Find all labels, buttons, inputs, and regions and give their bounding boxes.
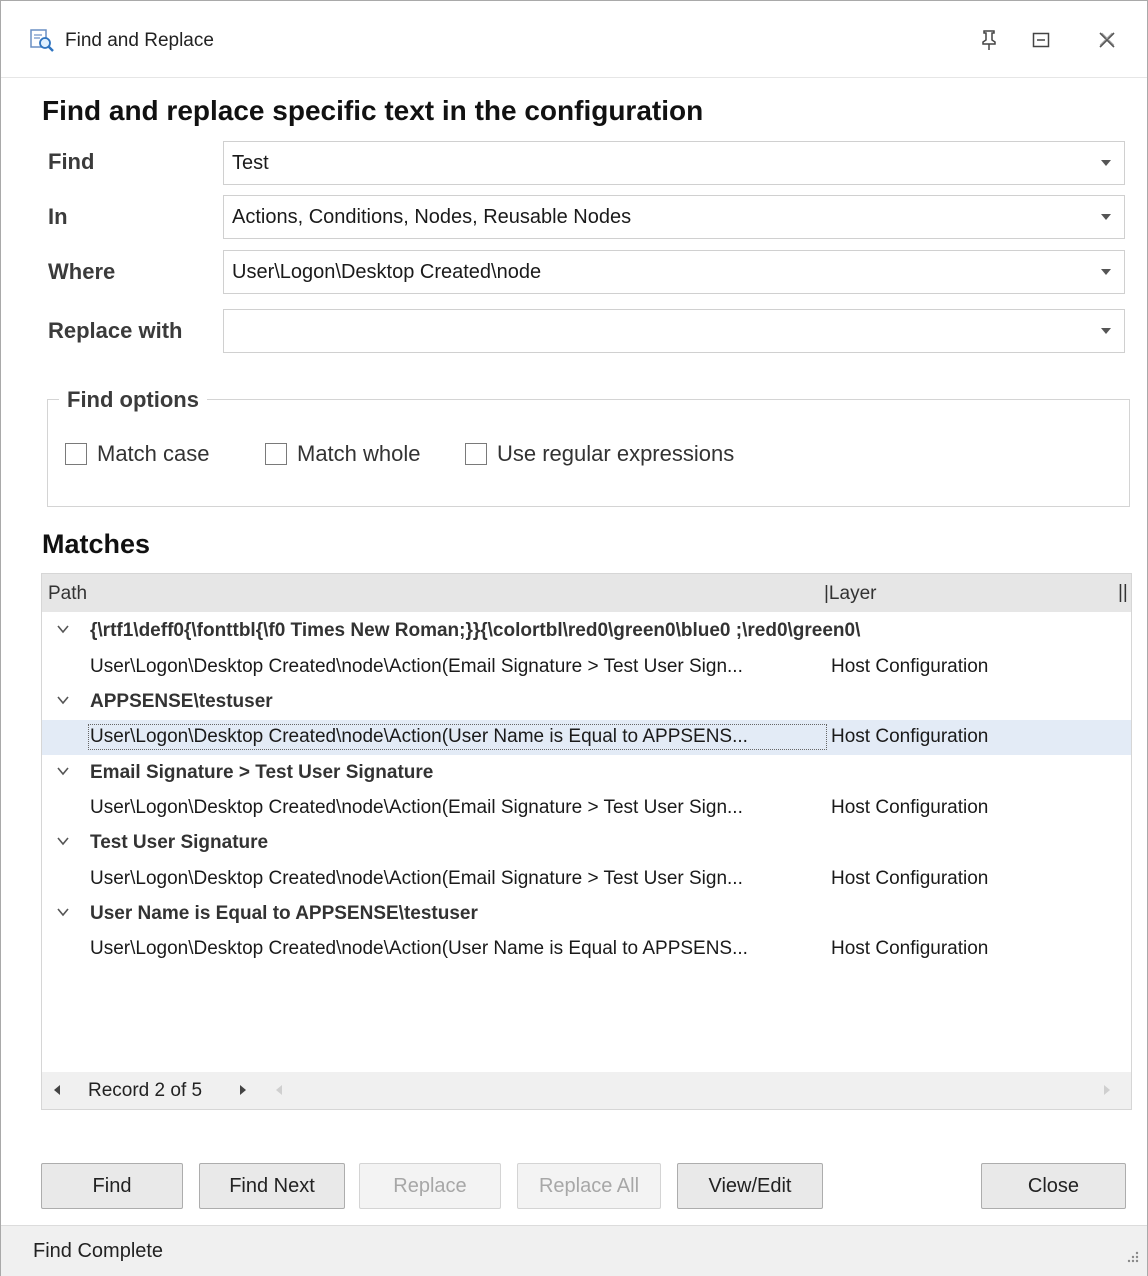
- row-layer: Host Configuration: [831, 938, 989, 959]
- row-path: User\Logon\Desktop Created\node\Action(E…: [90, 656, 743, 677]
- find-options-legend: Find options: [59, 387, 207, 413]
- replace-all-button[interactable]: Replace All: [517, 1163, 661, 1209]
- scroll-right-icon[interactable]: [1102, 1083, 1112, 1102]
- row-layer: Host Configuration: [831, 726, 989, 747]
- find-replace-window: Find and Replace Find and replace specif…: [0, 0, 1148, 1276]
- group-label: {\rtf1\deff0{\fonttbl{\f0 Times New Roma…: [90, 620, 861, 641]
- chevron-down-icon[interactable]: [1088, 142, 1124, 184]
- resize-grip-icon[interactable]: [1125, 1249, 1139, 1268]
- match-case-label: Match case: [97, 441, 210, 466]
- table-row[interactable]: User\Logon\Desktop Created\node\Action(U…: [42, 932, 1131, 967]
- row-path: User\Logon\Desktop Created\node\Action(U…: [88, 724, 827, 750]
- find-replace-app-icon: [29, 27, 55, 53]
- replace-button[interactable]: Replace: [359, 1163, 501, 1209]
- find-button[interactable]: Find: [41, 1163, 183, 1209]
- table-row-selected[interactable]: User\Logon\Desktop Created\node\Action(U…: [42, 720, 1131, 755]
- row-layer: Host Configuration: [831, 797, 989, 818]
- pin-icon[interactable]: [973, 25, 1005, 55]
- chevron-down-icon[interactable]: [56, 764, 70, 778]
- table-row[interactable]: User\Logon\Desktop Created\node\Action(E…: [42, 650, 1131, 685]
- in-combobox[interactable]: Actions, Conditions, Nodes, Reusable Nod…: [223, 195, 1125, 239]
- row-path: User\Logon\Desktop Created\node\Action(E…: [90, 797, 743, 818]
- where-combobox[interactable]: User\Logon\Desktop Created\node: [223, 250, 1125, 294]
- use-regex-checkbox[interactable]: Use regular expressions: [465, 441, 734, 467]
- record-navigator: Record 2 of 5: [42, 1072, 1131, 1109]
- find-next-button[interactable]: Find Next: [199, 1163, 345, 1209]
- record-count: Record 2 of 5: [88, 1080, 203, 1101]
- status-bar: Find Complete: [1, 1225, 1147, 1276]
- find-combobox[interactable]: Test: [223, 141, 1125, 185]
- matches-title: Matches: [42, 529, 151, 559]
- column-header-end: ||: [1118, 582, 1128, 603]
- chevron-down-icon[interactable]: [56, 905, 70, 919]
- chevron-down-icon[interactable]: [56, 693, 70, 707]
- status-text: Find Complete: [33, 1240, 164, 1262]
- find-value: Test: [232, 152, 269, 174]
- row-path: User\Logon\Desktop Created\node\Action(U…: [90, 938, 748, 959]
- where-value: User\Logon\Desktop Created\node: [232, 261, 542, 283]
- close-button[interactable]: Close: [981, 1163, 1126, 1209]
- view-edit-button[interactable]: View/Edit: [677, 1163, 823, 1209]
- chevron-down-icon[interactable]: [56, 834, 70, 848]
- scroll-left-icon[interactable]: [274, 1083, 284, 1102]
- maximize-icon[interactable]: [1025, 25, 1057, 55]
- chevron-down-icon[interactable]: [1088, 251, 1124, 293]
- replace-with-combobox[interactable]: [223, 309, 1125, 353]
- group-label: User Name is Equal to APPSENSE\testuser: [90, 903, 478, 924]
- next-record-icon[interactable]: [238, 1083, 248, 1102]
- checkbox-box[interactable]: [265, 443, 287, 465]
- column-header-layer[interactable]: |Layer: [824, 583, 876, 605]
- group-label: APPSENSE\testuser: [90, 691, 273, 712]
- replace-with-label: Replace with: [48, 318, 183, 343]
- chevron-down-icon[interactable]: [1088, 196, 1124, 238]
- row-layer: Host Configuration: [831, 656, 989, 677]
- in-label: In: [48, 204, 68, 229]
- row-layer: Host Configuration: [831, 868, 989, 889]
- in-value: Actions, Conditions, Nodes, Reusable Nod…: [232, 206, 632, 228]
- window-title: Find and Replace: [65, 30, 214, 51]
- find-label: Find: [48, 149, 95, 174]
- checkbox-box[interactable]: [465, 443, 487, 465]
- group-row[interactable]: APPSENSE\testuser: [42, 685, 1131, 720]
- match-whole-label: Match whole: [297, 441, 421, 466]
- match-whole-checkbox[interactable]: Match whole: [265, 441, 421, 467]
- title-bar: Find and Replace: [1, 1, 1147, 78]
- table-row[interactable]: User\Logon\Desktop Created\node\Action(E…: [42, 862, 1131, 897]
- matches-grid[interactable]: Path |Layer || {\rtf1\deff0{\fonttbl{\f0…: [41, 573, 1132, 1110]
- row-path: User\Logon\Desktop Created\node\Action(E…: [90, 868, 743, 889]
- checkbox-box[interactable]: [65, 443, 87, 465]
- match-case-checkbox[interactable]: Match case: [65, 441, 210, 467]
- group-row[interactable]: User Name is Equal to APPSENSE\testuser: [42, 897, 1131, 932]
- column-header-path[interactable]: Path: [48, 583, 87, 605]
- previous-record-icon[interactable]: [52, 1083, 62, 1102]
- group-row[interactable]: Email Signature > Test User Signature: [42, 756, 1131, 791]
- group-row[interactable]: {\rtf1\deff0{\fonttbl{\f0 Times New Roma…: [42, 614, 1131, 649]
- table-row[interactable]: User\Logon\Desktop Created\node\Action(E…: [42, 791, 1131, 826]
- close-window-icon[interactable]: [1091, 25, 1123, 55]
- where-label: Where: [48, 259, 116, 284]
- group-label: Test User Signature: [90, 832, 269, 853]
- group-label: Email Signature > Test User Signature: [90, 762, 434, 783]
- use-regex-label: Use regular expressions: [497, 441, 735, 466]
- dialog-heading: Find and replace specific text in the co…: [42, 95, 704, 126]
- group-row[interactable]: Test User Signature: [42, 826, 1131, 861]
- grid-header: Path |Layer ||: [42, 574, 1131, 612]
- chevron-down-icon[interactable]: [56, 622, 70, 636]
- chevron-down-icon[interactable]: [1088, 310, 1124, 352]
